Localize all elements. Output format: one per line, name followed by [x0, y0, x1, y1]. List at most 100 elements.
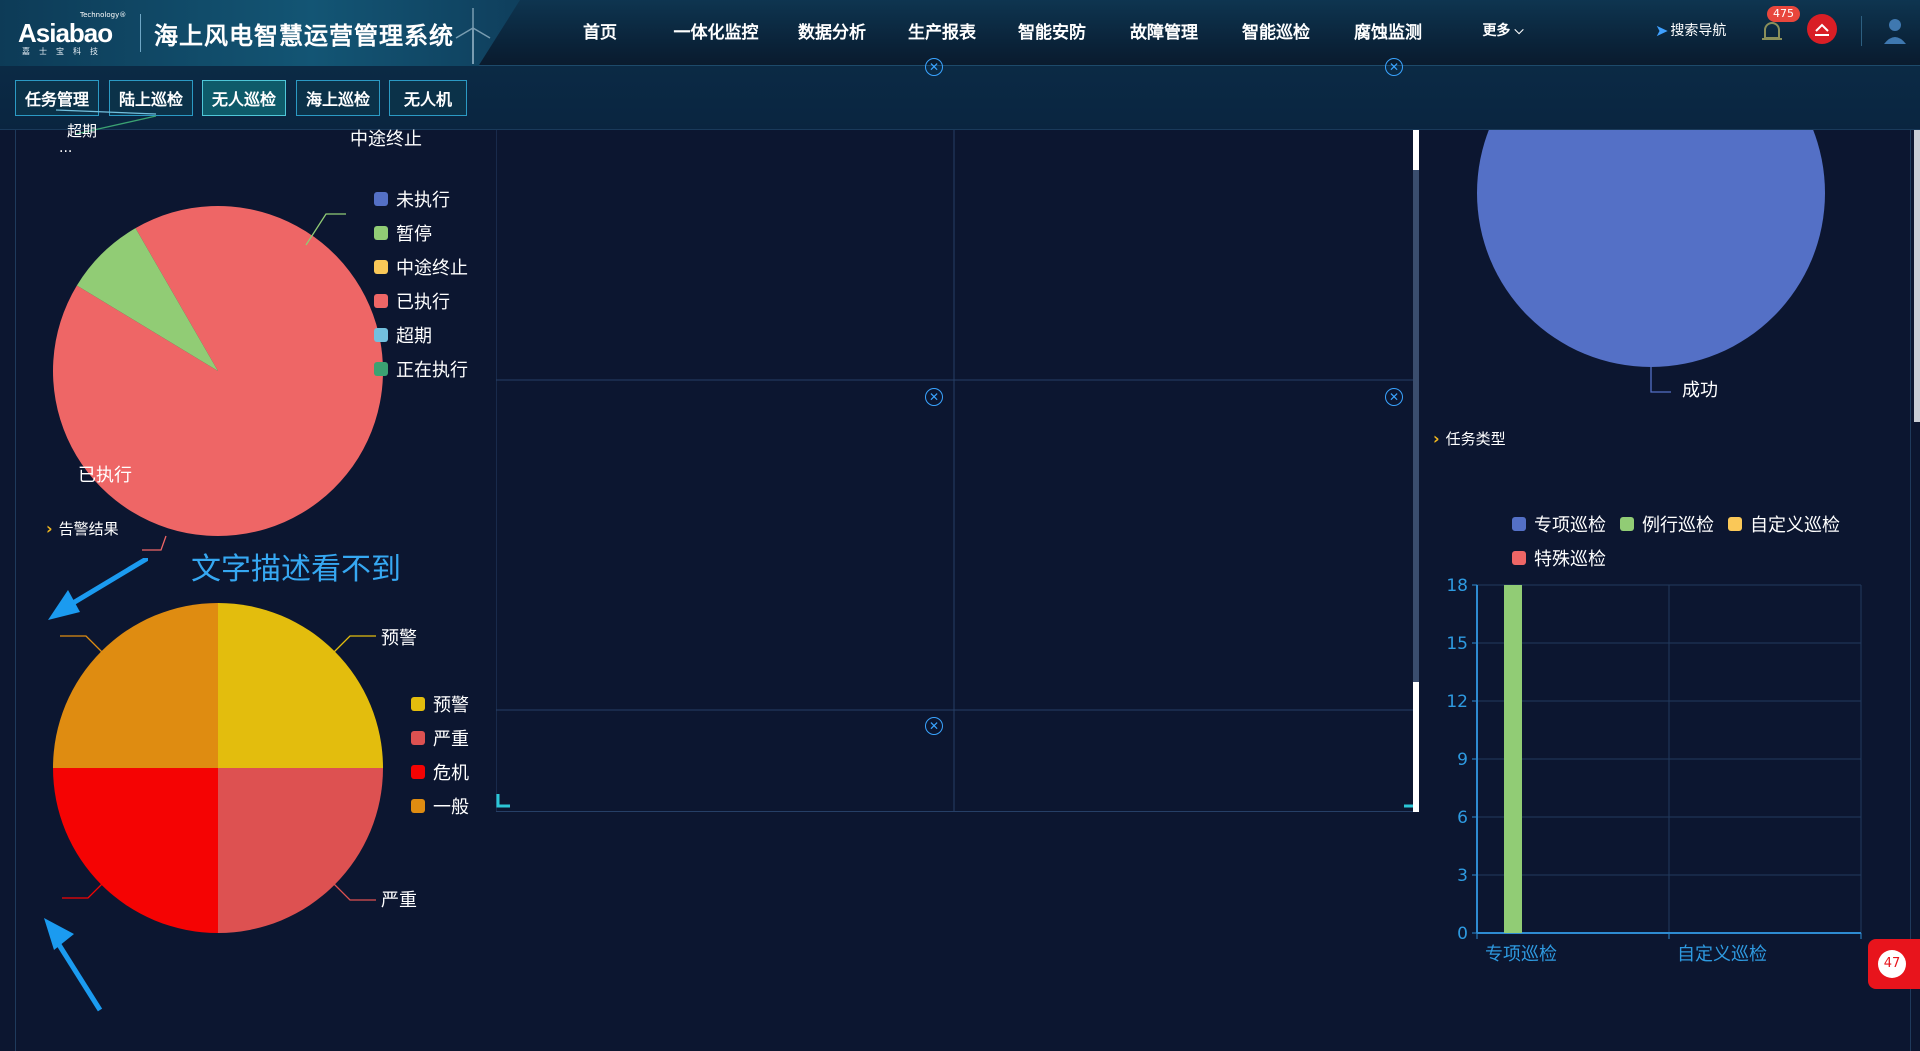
top-header: Technology® Asiabao 嘉士宝科技 海上风电智慧运营管理系统 首… [0, 0, 1920, 66]
y-tick-label: 15 [1446, 634, 1468, 654]
legend-label: 未执行 [396, 190, 450, 211]
pie-label-overdue: 超期 [67, 122, 98, 140]
sos-symbol-icon [1815, 23, 1829, 36]
nav-production-report[interactable]: 生产报表 [894, 12, 990, 48]
logo-sub: 嘉士宝科技 [22, 47, 107, 56]
nav-label: 智能安防 [1018, 22, 1086, 43]
close-video-icon[interactable]: ✕ [925, 58, 943, 76]
logo-word: Asiabao [18, 18, 113, 48]
header-divider [1861, 16, 1862, 46]
pie-label-serious: 严重 [381, 890, 417, 911]
x-tick-label: 自定义巡检 [1677, 944, 1767, 965]
legend-item[interactable]: 例行巡检 [1620, 507, 1714, 541]
nav-more[interactable]: 更多 ⌵ [1460, 12, 1546, 48]
scrollbar-cap [1413, 130, 1419, 170]
task-type-title: › 任务类型 [1433, 428, 1506, 449]
legend-swatch [1620, 517, 1634, 531]
legend-swatch [411, 799, 425, 813]
nav-fault-management[interactable]: 故障管理 [1116, 12, 1212, 48]
legend-item[interactable]: 严重 [411, 721, 469, 755]
nav-smart-inspection[interactable]: 智能巡检 [1228, 12, 1324, 48]
page-scrollbar[interactable] [1914, 130, 1920, 422]
close-video-icon[interactable]: ✕ [925, 388, 943, 406]
scrollbar-thumb[interactable] [1413, 170, 1419, 682]
float-count: 47 [1878, 950, 1906, 978]
y-tick-label: 6 [1457, 808, 1468, 828]
legend-label: 超期 [396, 326, 432, 347]
brand-block: Technology® Asiabao 嘉士宝科技 海上风电智慧运营管理系统 [0, 0, 520, 66]
legend-item[interactable]: 一般 [411, 789, 469, 823]
nav-label: 首页 [583, 22, 617, 43]
legend-swatch [374, 226, 388, 240]
pie-slice[interactable] [218, 768, 383, 933]
close-video-icon[interactable]: ✕ [1385, 58, 1403, 76]
pie-slice[interactable] [1477, 130, 1825, 367]
legend-label: 预警 [433, 695, 469, 716]
nav-home[interactable]: 首页 [552, 12, 648, 48]
pie-slice[interactable] [53, 768, 218, 933]
legend-label: 中途终止 [396, 258, 468, 279]
pie-label-warning: 预警 [381, 628, 417, 649]
inspection-result-pie-chart [1477, 130, 1825, 393]
video-grid-scrollbar[interactable] [1413, 130, 1419, 812]
legend-label: 自定义巡检 [1750, 515, 1840, 536]
legend-label: 正在执行 [396, 360, 468, 381]
pie-leader-line [333, 883, 376, 901]
nav-label: 故障管理 [1130, 22, 1198, 43]
nav-corrosion-monitoring[interactable]: 腐蚀监测 [1340, 12, 1436, 48]
y-tick-label: 12 [1446, 692, 1468, 712]
float-action-button[interactable]: 47 [1868, 939, 1920, 989]
chevron-right-icon: › [46, 519, 53, 538]
sos-icon[interactable] [1807, 14, 1837, 44]
legend-label: 已执行 [396, 292, 450, 313]
alarm-result-title: › 告警结果 [46, 518, 119, 539]
search-nav-button[interactable]: ➤ 搜索导航 [1655, 20, 1726, 40]
nav-data-analysis[interactable]: 数据分析 [784, 12, 880, 48]
pie-slice[interactable] [218, 603, 383, 768]
pie-leader-line [1650, 367, 1671, 393]
right-panel: 成功 › 任务类型 专项巡检 例行巡检 自定义巡检 特殊巡检 0 3 6 9 12 15 1… [1421, 130, 1911, 1051]
legend-swatch [1728, 517, 1742, 531]
legend-item[interactable]: 危机 [411, 755, 469, 789]
x-tick-label: 专项巡检 [1485, 944, 1557, 965]
pie-leader-line [55, 109, 157, 115]
pie-leader-line [60, 635, 103, 653]
paper-plane-icon: ➤ [1655, 20, 1669, 40]
nav-smart-security[interactable]: 智能安防 [1004, 12, 1100, 48]
nav-integrated-monitoring[interactable]: 一体化监控 [662, 12, 770, 48]
alarm-count-badge: 475 [1767, 6, 1800, 22]
video-grid [496, 130, 1418, 812]
close-video-icon[interactable]: ✕ [1385, 388, 1403, 406]
left-panel: 超期 ... 中途终止 已执行 未执行 暂停 中途终止 已执行 超期 正在执行 … [15, 109, 485, 1051]
video-grid-lines [496, 130, 1418, 812]
legend-item[interactable]: 中途终止 [374, 250, 468, 284]
legend-item[interactable]: 已执行 [374, 284, 468, 318]
pie-label-success: 成功 [1682, 380, 1718, 401]
legend-swatch [411, 765, 425, 779]
legend-swatch [374, 328, 388, 342]
wind-turbine-icon [455, 8, 491, 64]
legend-item[interactable]: 正在执行 [374, 352, 468, 386]
alarm-result-legend: 预警 严重 危机 一般 [411, 687, 469, 823]
legend-item[interactable]: 专项巡检 [1512, 507, 1606, 541]
y-tick-label: 0 [1457, 924, 1468, 944]
pie-label-ellipsis: ... [59, 140, 73, 156]
task-status-legend: 未执行 暂停 中途终止 已执行 超期 正在执行 [374, 182, 468, 386]
system-title: 海上风电智慧运营管理系统 [154, 22, 454, 50]
legend-item[interactable]: 预警 [411, 687, 469, 721]
pie-leader-line [142, 535, 167, 551]
legend-label: 一般 [433, 797, 469, 818]
scrollbar-cap [1413, 682, 1419, 812]
legend-label: 专项巡检 [1534, 515, 1606, 536]
pie-slice[interactable] [53, 603, 218, 768]
legend-item[interactable]: 自定义巡检 [1728, 507, 1840, 541]
legend-swatch [374, 362, 388, 376]
legend-item[interactable]: 超期 [374, 318, 468, 352]
legend-item[interactable]: 暂停 [374, 216, 468, 250]
company-logo: Technology® Asiabao 嘉士宝科技 [18, 11, 128, 56]
legend-item[interactable]: 未执行 [374, 182, 468, 216]
user-avatar-icon[interactable] [1879, 14, 1911, 46]
bar[interactable] [1504, 585, 1522, 933]
brand-divider [140, 14, 141, 52]
close-video-icon[interactable]: ✕ [925, 717, 943, 735]
